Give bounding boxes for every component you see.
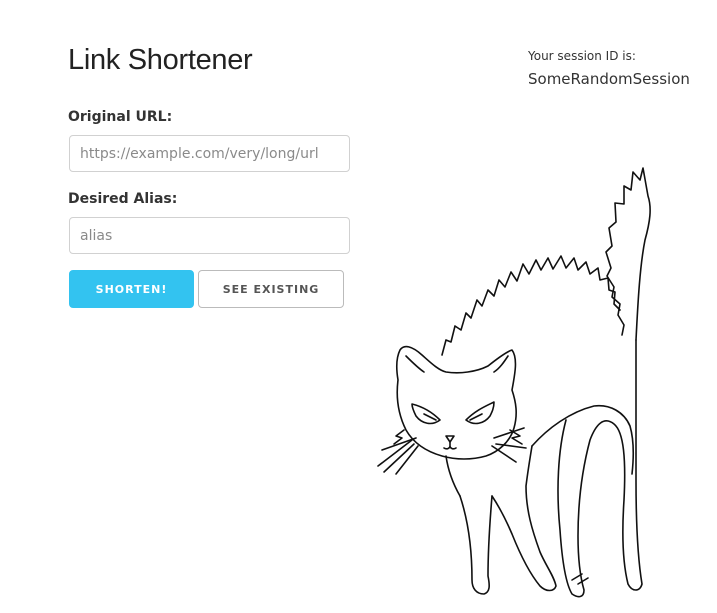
session-id: SomeRandomSession bbox=[528, 70, 690, 88]
desired-alias-input[interactable] bbox=[69, 217, 350, 254]
page-title: Link Shortener bbox=[68, 44, 253, 76]
original-url-input[interactable] bbox=[69, 135, 350, 172]
session-caption: Your session ID is: bbox=[528, 49, 636, 63]
desired-alias-label: Desired Alias: bbox=[68, 191, 178, 207]
shorten-button[interactable]: SHORTEN! bbox=[69, 270, 194, 308]
session-info: Your session ID is: SomeRandomSession bbox=[528, 49, 713, 88]
original-url-label: Original URL: bbox=[68, 109, 173, 125]
see-existing-button[interactable]: SEE EXISTING bbox=[198, 270, 344, 308]
cat-illustration bbox=[377, 167, 651, 598]
